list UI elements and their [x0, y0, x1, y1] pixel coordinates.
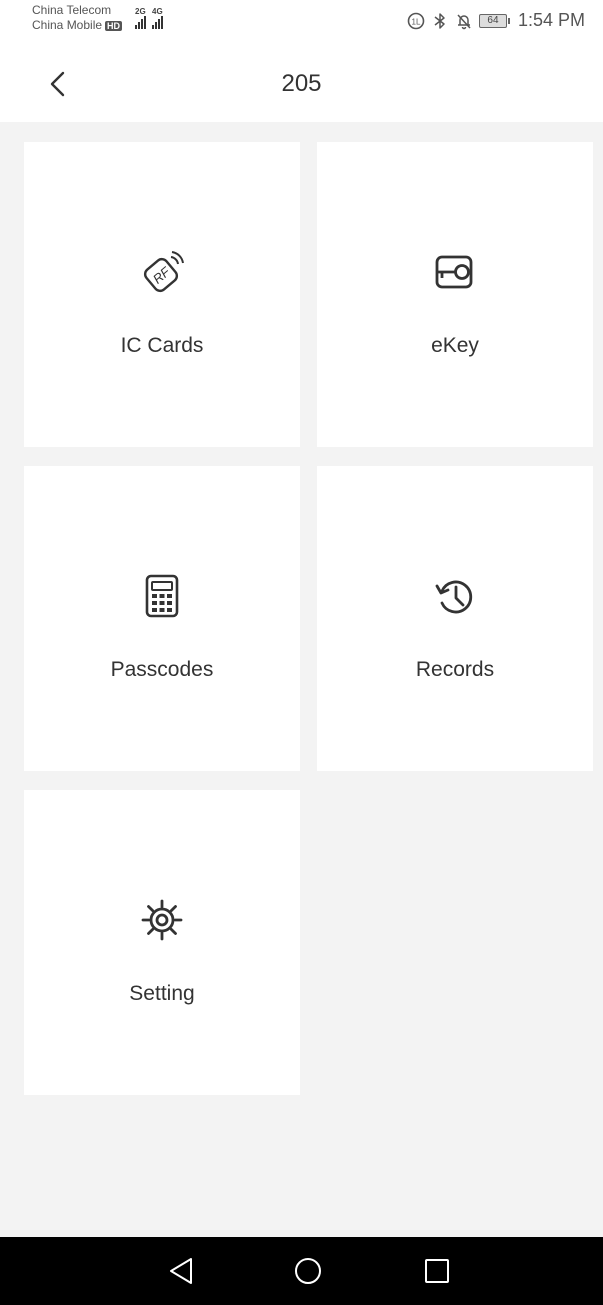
- signal-strength-icon: 2G: [135, 8, 146, 29]
- battery-icon: 64: [478, 13, 510, 28]
- signal-strength-icon: 4G: [152, 8, 163, 29]
- ic-cards-label: IC Cards: [120, 334, 204, 357]
- notifications-off-icon: [457, 13, 471, 29]
- clock: 1:54 PM: [517, 10, 585, 30]
- page-title: 205: [281, 70, 322, 97]
- square-recents-icon: [425, 1259, 449, 1283]
- carrier-1: China Telecom: [32, 3, 112, 17]
- system-nav-bar: [0, 1237, 603, 1305]
- network-type-2: 4G: [152, 7, 163, 16]
- svg-text:1L: 1L: [412, 17, 421, 26]
- key-icon: [431, 248, 479, 296]
- ekey-tile[interactable]: eKey: [317, 142, 593, 447]
- passcodes-tile[interactable]: Passcodes: [24, 466, 300, 771]
- gear-icon: [138, 896, 186, 944]
- header: 205: [0, 48, 603, 122]
- records-label: Records: [415, 658, 495, 681]
- rf-card-icon: RF: [138, 248, 186, 296]
- signal-indicators: 2G 4G: [135, 8, 163, 29]
- network-type-1: 2G: [135, 7, 146, 16]
- carrier-2: China Mobile: [32, 18, 103, 32]
- triangle-back-icon: [170, 1258, 192, 1284]
- battery-level: 64: [487, 15, 499, 26]
- carrier-info: China Telecom China Mobile HD: [32, 3, 123, 33]
- circle-home-icon: [295, 1258, 321, 1284]
- system-back-button[interactable]: [164, 1254, 198, 1288]
- status-bar: China Telecom China Mobile HD 2G 4G 1L 6…: [0, 0, 603, 48]
- history-icon: [431, 572, 479, 620]
- passcodes-label: Passcodes: [110, 658, 214, 681]
- status-icons: 1L 64 1:54 PM: [407, 10, 585, 31]
- data-saver-icon: 1L: [407, 12, 425, 29]
- hd-badge: HD: [105, 20, 123, 31]
- records-tile[interactable]: Records: [317, 466, 593, 771]
- setting-label: Setting: [129, 982, 195, 1005]
- ic-cards-tile[interactable]: RF IC Cards: [24, 142, 300, 447]
- bluetooth-icon: [434, 12, 445, 29]
- system-home-button[interactable]: [291, 1254, 325, 1288]
- ekey-label: eKey: [431, 334, 479, 357]
- keypad-icon: [138, 572, 186, 620]
- setting-tile[interactable]: Setting: [24, 790, 300, 1095]
- system-recents-button[interactable]: [420, 1254, 454, 1288]
